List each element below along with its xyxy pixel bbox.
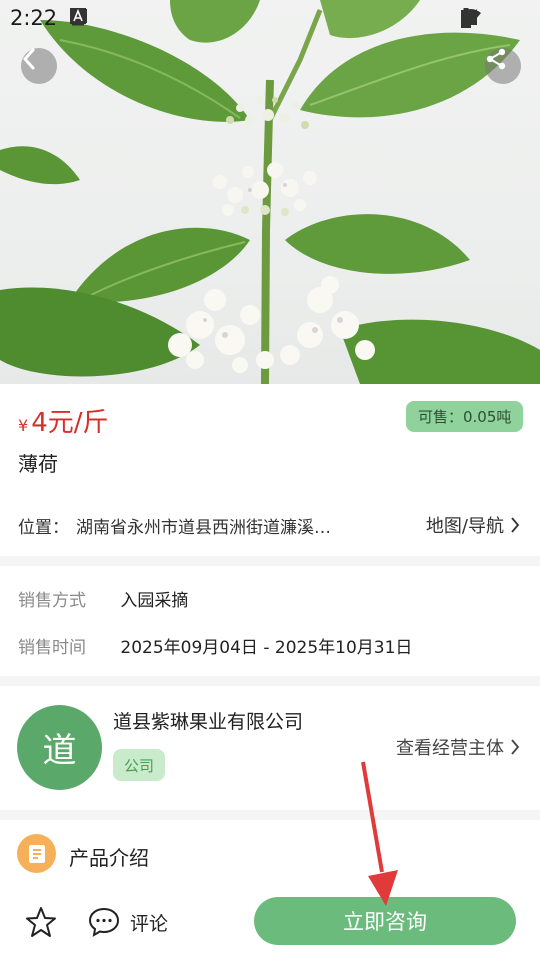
sale-method-label: 销售方式 [18,591,86,611]
stock-badge: 可售：0.05吨 [406,401,524,432]
sale-time-row: 销售时间 2025年09月04日 - 2025年10月31日 [18,633,412,658]
chevron-right-icon [511,517,520,533]
section-divider [0,676,540,686]
mint-plant-illustration [0,0,540,384]
download-icon [72,8,122,28]
status-time: 2:22 [10,6,58,30]
company-name: 道县紫琳果业有限公司 [113,711,304,733]
product-hero-image: 2:22 [0,0,540,384]
comment-label: 评论 [130,912,169,935]
price-value: 4元/斤 [31,408,109,438]
share-icon [486,48,506,70]
section-divider [0,556,540,566]
back-button[interactable] [21,48,57,84]
chevron-right-icon [511,739,520,755]
star-icon [26,907,56,937]
sale-method-row: 销售方式 入园采摘 [18,586,188,611]
currency-symbol: ¥ [18,416,29,435]
price: ¥ 4元/斤 [18,402,109,439]
status-bar: 2:22 [0,0,540,36]
product-intro-title: 产品介绍 [69,846,149,870]
company-avatar: 道 [17,705,102,790]
favorite-button[interactable] [23,904,59,940]
location-label: 位置： [18,518,69,538]
sale-time-value: 2025年09月04日 - 2025年10月31日 [120,638,413,658]
location-value: 湖南省永州市道县西洲街道濂溪… [76,518,331,538]
status-notification-icons [70,8,186,28]
product-name: 薄荷 [18,452,58,476]
view-business-entity-label: 查看经营主体 [396,738,504,759]
chat-bubble-icon [88,907,120,937]
map-navigation-link[interactable]: 地图/导航 [426,512,520,538]
chevron-left-icon [23,48,35,70]
view-business-entity-link[interactable]: 查看经营主体 [396,734,520,760]
map-navigation-label: 地图/导航 [425,516,504,537]
section-divider [0,810,540,820]
consult-now-button[interactable]: 立即咨询 [254,897,516,945]
download-icon [72,8,154,28]
comment-button[interactable]: 评论 [88,904,168,940]
sale-method-value: 入园采摘 [120,591,189,611]
signal-icon [461,8,506,28]
location-row: 位置： 湖南省永州市道县西洲街道濂溪… 地图/导航 [0,500,540,550]
battery-icon [461,8,532,28]
share-button[interactable] [485,48,521,84]
document-icon [17,834,56,873]
font-icon [70,8,186,28]
company-type-tag: 公司 [113,749,166,781]
sale-time-label: 销售时间 [18,638,86,658]
status-system-icons [460,8,532,28]
